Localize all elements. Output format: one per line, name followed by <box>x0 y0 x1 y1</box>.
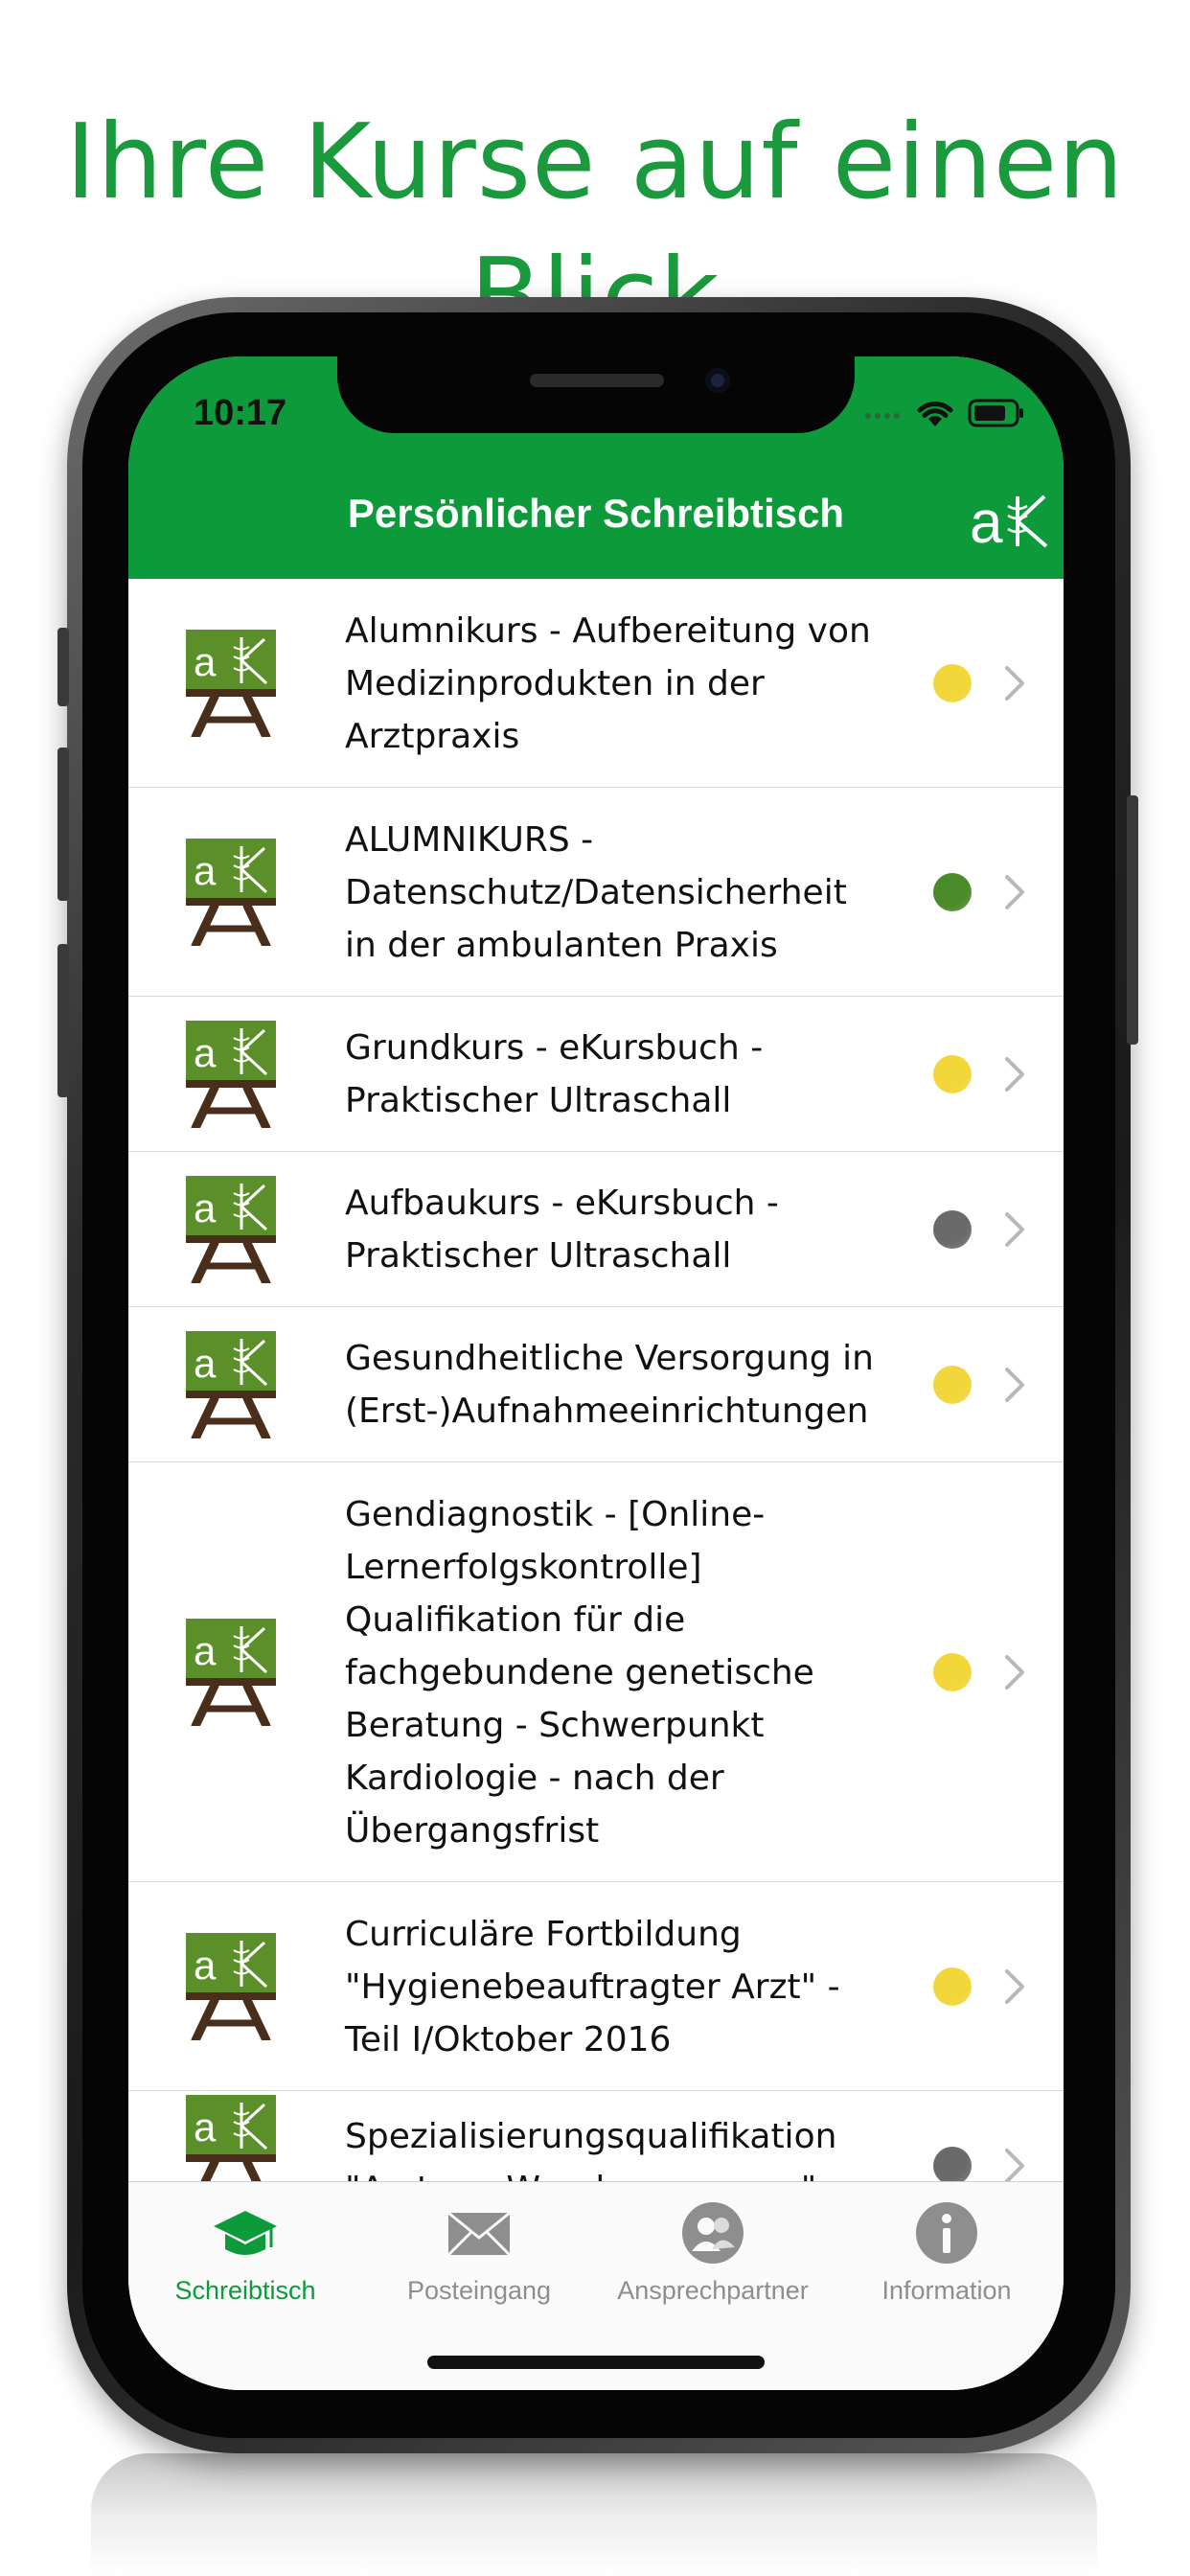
course-board-icon: a <box>186 630 276 742</box>
course-row[interactable]: a Spezialisierungsqualifikation "Arzt zu… <box>128 2091 1064 2181</box>
contacts-icon <box>596 2199 830 2266</box>
page-title: Persönlicher Schreibtisch <box>347 491 845 536</box>
svg-text:a: a <box>194 1030 217 1075</box>
course-board-icon: a <box>186 1021 276 1133</box>
chevron-right-icon <box>1005 666 1024 701</box>
course-board-icon: a <box>186 1176 276 1288</box>
course-board-icon: a <box>186 839 276 951</box>
course-list[interactable]: a Alumnikurs - Aufbereitung von Medizinp… <box>128 579 1064 2181</box>
course-title: Gendiagnostik - [Online-Lernerfolgskontr… <box>345 1494 814 1851</box>
notch <box>337 356 855 433</box>
app-screen: 10:17 Persönlicher Schreibtisch a a Alum… <box>128 356 1064 2390</box>
mute-switch <box>57 628 69 706</box>
course-title: ALUMNIKURS - Datenschutz/Datensicherheit… <box>345 819 847 965</box>
svg-text:a: a <box>194 639 217 684</box>
graduation-cap-icon <box>128 2199 362 2266</box>
status-indicator-green <box>933 873 972 911</box>
chevron-right-icon <box>1005 1057 1024 1092</box>
envelope-icon <box>362 2199 596 2266</box>
course-row[interactable]: a Alumnikurs - Aufbereitung von Medizinp… <box>128 579 1064 788</box>
tab-label: Information <box>881 2276 1012 2305</box>
app-logo-icon: a <box>970 490 1048 554</box>
front-camera <box>705 368 730 393</box>
tab-schreibtisch[interactable]: Schreibtisch <box>128 2199 362 2306</box>
course-board-icon: a <box>186 1619 276 1731</box>
status-icons <box>864 397 1025 429</box>
status-time: 10:17 <box>194 393 287 433</box>
course-row[interactable]: a Grundkurs - eKursbuch - Praktischer Ul… <box>128 997 1064 1152</box>
chevron-right-icon <box>1005 875 1024 909</box>
course-board-icon: a <box>186 2095 276 2181</box>
svg-text:a: a <box>194 1628 217 1673</box>
svg-text:a: a <box>194 1185 217 1230</box>
signal-icon <box>865 413 900 419</box>
tab-label: Ansprechpartner <box>617 2276 809 2305</box>
svg-text:a: a <box>194 1341 217 1386</box>
chevron-right-icon <box>1005 1969 1024 2004</box>
course-title: Spezialisierungsqualifikation "Arzt zur … <box>345 2117 837 2181</box>
status-indicator-yellow <box>933 1055 972 1093</box>
battery-icon <box>968 399 1023 427</box>
phone-reflection <box>91 2453 1097 2576</box>
wifi-icon <box>917 402 953 426</box>
status-indicator-yellow <box>933 1653 972 1691</box>
course-row[interactable]: a Curriculäre Fortbildung "Hygienebeauft… <box>128 1882 1064 2091</box>
chevron-right-icon <box>1005 1368 1024 1402</box>
chevron-right-icon <box>1005 1212 1024 1247</box>
status-indicator-yellow <box>933 664 972 702</box>
course-title: Grundkurs - eKursbuch - Praktischer Ultr… <box>345 1028 764 1120</box>
course-title: Aufbaukurs - eKursbuch - Praktischer Ult… <box>345 1184 779 1276</box>
course-board-icon: a <box>186 1331 276 1443</box>
chevron-right-icon <box>1005 2149 1024 2181</box>
home-indicator[interactable] <box>427 2356 765 2369</box>
course-board-icon: a <box>186 1933 276 2045</box>
course-row[interactable]: a Gendiagnostik - [Online-Lernerfolgskon… <box>128 1462 1064 1882</box>
tab-posteingang[interactable]: Posteingang <box>362 2199 596 2306</box>
svg-text:a: a <box>194 2104 217 2150</box>
course-title: Curriculäre Fortbildung "Hygienebeauftra… <box>345 1914 840 2059</box>
status-indicator-gray <box>933 1210 972 1249</box>
tab-label: Posteingang <box>406 2276 552 2305</box>
status-indicator-gray <box>933 2147 972 2181</box>
tab-information[interactable]: Information <box>830 2199 1064 2306</box>
chevron-right-icon <box>1005 1655 1024 1690</box>
status-indicator-yellow <box>933 1366 972 1404</box>
power-button <box>1127 795 1138 1045</box>
course-title: Alumnikurs - Aufbereitung von Medizinpro… <box>345 610 871 756</box>
course-title: Gesundheitliche Versorgung in (Erst-)Auf… <box>345 1339 874 1431</box>
course-row[interactable]: a Aufbaukurs - eKursbuch - Praktischer U… <box>128 1152 1064 1307</box>
volume-down-button <box>57 944 69 1097</box>
svg-text:a: a <box>194 1943 217 1988</box>
course-row[interactable]: a Gesundheitliche Versorgung in (Erst-)A… <box>128 1307 1064 1462</box>
app-header: 10:17 Persönlicher Schreibtisch a <box>128 356 1064 579</box>
tab-label: Schreibtisch <box>174 2276 316 2305</box>
earpiece-speaker <box>530 374 664 387</box>
status-indicator-yellow <box>933 1967 972 2006</box>
info-icon <box>830 2199 1064 2266</box>
svg-text:a: a <box>970 490 1003 554</box>
course-row[interactable]: a ALUMNIKURS - Datenschutz/Datensicherhe… <box>128 788 1064 997</box>
svg-text:a: a <box>194 848 217 893</box>
volume-up-button <box>57 748 69 901</box>
tab-ansprechpartner[interactable]: Ansprechpartner <box>596 2199 830 2306</box>
